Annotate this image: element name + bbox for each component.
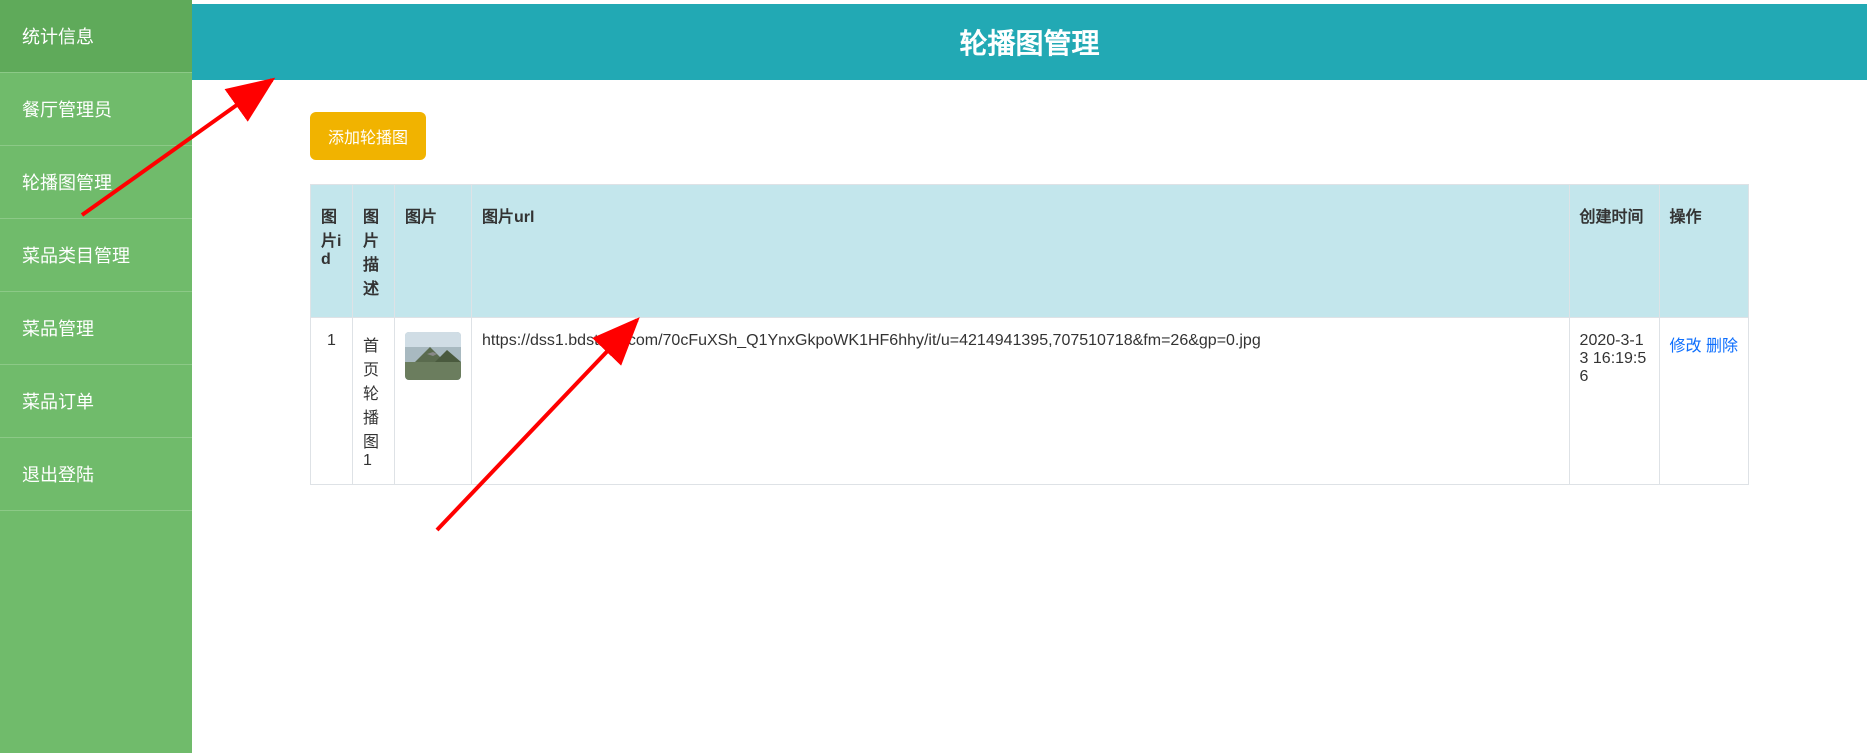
sidebar-item-dishes[interactable]: 菜品管理: [0, 292, 192, 365]
sidebar-item-admin[interactable]: 餐厅管理员: [0, 73, 192, 146]
sidebar-item-stats[interactable]: 统计信息: [0, 0, 192, 73]
page-title: 轮播图管理: [959, 22, 1099, 62]
thumbnail-image: [405, 332, 461, 380]
sidebar-item-label: 菜品管理: [22, 315, 94, 341]
carousel-table: 图片id 图片描述 图片 图片url 创建时间 操作 1 首页轮播图1: [310, 184, 1749, 485]
sidebar-item-logout[interactable]: 退出登陆: [0, 438, 192, 511]
sidebar-item-label: 退出登陆: [22, 461, 94, 487]
cell-desc: 首页轮播图1: [353, 318, 395, 485]
table-header-time: 创建时间: [1569, 185, 1659, 318]
cell-action: 修改 删除: [1659, 318, 1748, 485]
sidebar-item-label: 菜品类目管理: [22, 242, 130, 268]
sidebar-item-orders[interactable]: 菜品订单: [0, 365, 192, 438]
content-area: 添加轮播图 图片id 图片描述 图片 图片url 创建时间 操作 1 首: [192, 80, 1867, 525]
table-header-image: 图片: [395, 185, 472, 318]
table-header-url: 图片url: [472, 185, 1570, 318]
cell-time: 2020-3-13 16:19:56: [1569, 318, 1659, 485]
cell-url: https://dss1.bdstatic.com/70cFuXSh_Q1Ynx…: [472, 318, 1570, 485]
table-header-id: 图片id: [311, 185, 353, 318]
delete-link[interactable]: 删除: [1706, 332, 1738, 356]
cell-image: [395, 318, 472, 485]
sidebar-item-category[interactable]: 菜品类目管理: [0, 219, 192, 292]
table-row: 1 首页轮播图1 https://d: [311, 318, 1749, 485]
sidebar-item-carousel[interactable]: 轮播图管理: [0, 146, 192, 219]
sidebar: 统计信息 餐厅管理员 轮播图管理 菜品类目管理 菜品管理 菜品订单 退出登陆: [0, 0, 192, 753]
sidebar-item-label: 轮播图管理: [22, 169, 112, 195]
edit-link[interactable]: 修改: [1670, 332, 1702, 356]
cell-id: 1: [311, 318, 353, 485]
add-carousel-button[interactable]: 添加轮播图: [310, 112, 426, 160]
table-header-desc: 图片描述: [353, 185, 395, 318]
sidebar-item-label: 统计信息: [22, 23, 94, 49]
sidebar-item-label: 餐厅管理员: [22, 96, 112, 122]
table-header-action: 操作: [1659, 185, 1748, 318]
page-header: 轮播图管理: [192, 4, 1867, 80]
sidebar-item-label: 菜品订单: [22, 388, 94, 414]
main-content: 轮播图管理 添加轮播图 图片id 图片描述 图片 图片url 创建时间 操作: [192, 0, 1867, 753]
